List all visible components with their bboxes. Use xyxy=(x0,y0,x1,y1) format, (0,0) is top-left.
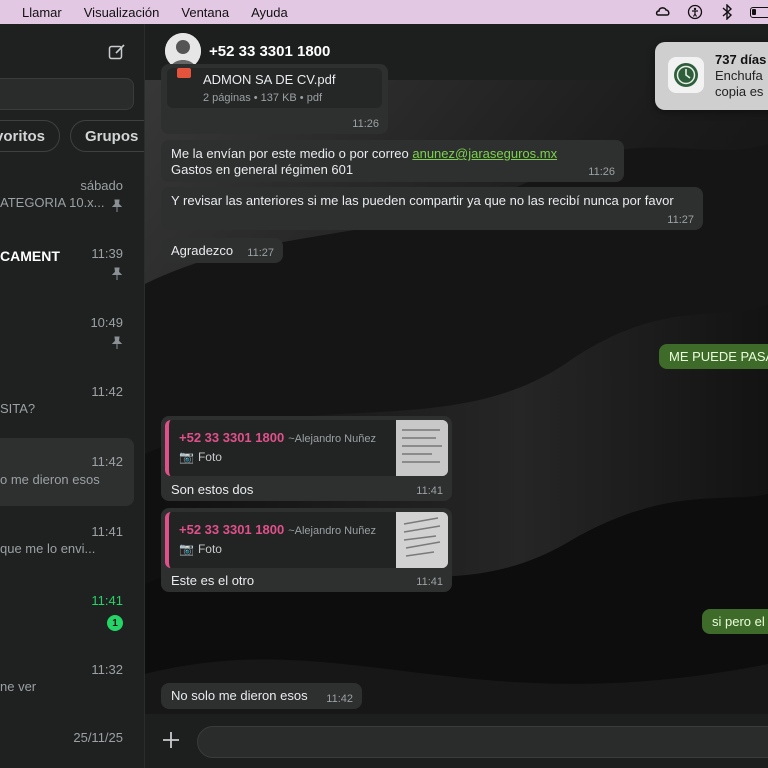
chat-list-item[interactable]: 25/11/25 xyxy=(0,726,134,768)
chat-preview: ATEGORIA 10.x... xyxy=(0,195,105,210)
battery-icon[interactable] xyxy=(750,6,768,18)
contact-name: +52 33 3301 1800 xyxy=(209,43,331,60)
menu-ventana[interactable]: Ventana xyxy=(169,5,239,20)
accessibility-icon[interactable] xyxy=(686,3,704,21)
message-text: Y revisar las anteriores si me las puede… xyxy=(171,193,674,208)
pin-icon xyxy=(110,199,124,213)
pdf-icon xyxy=(177,68,191,78)
camera-icon: 📷 xyxy=(179,450,194,464)
message-bubble[interactable]: No solo me dieron esos 11:42 xyxy=(161,683,362,709)
camera-icon: 📷 xyxy=(179,542,194,556)
chat-list-item[interactable]: CAMENT 11:39 xyxy=(0,242,134,310)
quoted-type: 📷 Foto xyxy=(179,542,222,556)
unread-badge: 1 xyxy=(107,615,123,631)
quoted-type-label: Foto xyxy=(197,450,222,464)
filter-grupos[interactable]: Grupos xyxy=(70,120,144,152)
chat-preview: SITA? xyxy=(0,401,36,416)
message-time: 11:41 xyxy=(416,485,443,497)
photo-thumbnail[interactable] xyxy=(396,420,448,476)
message-text-line2: Gastos en general régimen 601 xyxy=(171,162,354,177)
plus-icon[interactable] xyxy=(159,728,183,752)
quoted-sender-number: +52 33 3301 1800 xyxy=(179,430,285,445)
menu-llamar[interactable]: Llamar xyxy=(0,5,72,20)
chat-time: 25/11/25 xyxy=(73,730,123,745)
message-bubble[interactable]: Me la envían por este medio o por correo… xyxy=(161,140,624,182)
chat-wallpaper xyxy=(145,24,768,768)
message-time: 11:27 xyxy=(667,214,694,226)
menu-visualizacion[interactable]: Visualización xyxy=(72,5,170,20)
message-text: Me la envían por este medio o por correo… xyxy=(171,146,557,161)
email-link[interactable]: anunez@jaraseguros.mx xyxy=(412,146,557,161)
document-name: ADMON SA DE CV.pdf xyxy=(203,72,336,87)
message-text: No solo me dieron esos xyxy=(171,688,308,703)
chat-list-sidebar: Favoritos Grupos sábado ATEGORIA 10.x...… xyxy=(0,24,145,768)
chat-time: 11:42 xyxy=(91,454,123,469)
creative-cloud-icon[interactable] xyxy=(654,3,672,21)
chat-list-item[interactable]: sábado ATEGORIA 10.x... xyxy=(0,174,134,242)
outgoing-message[interactable]: ME PUEDE PASA xyxy=(659,344,768,369)
quoted-message[interactable]: +52 33 3301 1800 ~Alejandro Nuñez 📷 Foto xyxy=(165,420,448,476)
message-text-part: Me la envían por este medio o por correo xyxy=(171,146,413,161)
composer xyxy=(145,714,768,768)
chat-preview: que me lo envi... xyxy=(0,541,96,556)
search-input[interactable] xyxy=(0,78,134,110)
chat-time: 11:41 xyxy=(91,524,123,539)
chat-list-item-active[interactable]: 11:42 o me dieron esos xyxy=(0,438,134,506)
quoted-sender-number: +52 33 3301 1800 xyxy=(179,522,285,537)
message-bubble[interactable]: Agradezco 11:27 xyxy=(161,238,283,263)
chat-list-item[interactable]: 11:32 ne ver xyxy=(0,658,134,726)
quoted-type-label: Foto xyxy=(197,542,222,556)
outgoing-message[interactable]: si pero el xyxy=(702,609,768,634)
status-area xyxy=(654,0,768,24)
quoted-type: 📷 Foto xyxy=(179,450,222,464)
message-time: 11:26 xyxy=(352,118,379,130)
chat-name: CAMENT xyxy=(0,248,60,264)
message-time: 11:26 xyxy=(588,166,615,178)
chat-time: 11:32 xyxy=(91,662,123,677)
message-bubble[interactable]: Y revisar las anteriores si me las puede… xyxy=(161,187,703,230)
quoted-sender: +52 33 3301 1800 ~Alejandro Nuñez xyxy=(179,430,376,445)
quoted-sender-alias: ~Alejandro Nuñez xyxy=(288,433,376,445)
bluetooth-icon[interactable] xyxy=(718,3,736,21)
photo-thumbnail[interactable] xyxy=(396,512,448,568)
message-time: 11:42 xyxy=(326,693,353,705)
conversation-panel: +52 33 3301 1800 ADMON SA DE CV.pdf 2 pá… xyxy=(145,24,768,768)
chat-preview: ne ver xyxy=(0,679,37,694)
message-text: Son estos dos xyxy=(171,482,254,497)
chat-time: sábado xyxy=(80,178,123,193)
reply-message[interactable]: +52 33 3301 1800 ~Alejandro Nuñez 📷 Foto S… xyxy=(161,416,452,501)
message-time: 11:41 xyxy=(416,576,443,588)
reply-message[interactable]: +52 33 3301 1800 ~Alejandro Nuñez 📷 Foto E… xyxy=(161,508,452,592)
chat-list-item[interactable]: 10:49 xyxy=(0,311,134,379)
menu-bar: Llamar Visualización Ventana Ayuda xyxy=(0,0,768,24)
document-message[interactable]: ADMON SA DE CV.pdf 2 páginas • 137 KB • … xyxy=(161,64,388,134)
message-text: Este es el otro xyxy=(171,573,255,588)
chat-time: 10:49 xyxy=(90,315,123,330)
message-text: ME PUEDE PASA xyxy=(669,349,768,364)
chat-time: 11:39 xyxy=(91,246,123,261)
pin-icon xyxy=(110,267,124,281)
message-text: si pero el xyxy=(712,614,765,629)
chat-list-item[interactable]: 11:41 1 xyxy=(0,589,134,657)
menu-ayuda[interactable]: Ayuda xyxy=(239,5,298,20)
time-machine-icon xyxy=(668,57,704,93)
new-chat-icon[interactable] xyxy=(108,43,126,61)
pin-icon xyxy=(110,336,124,350)
message-time: 11:27 xyxy=(247,247,274,259)
chat-time: 11:42 xyxy=(91,384,123,399)
quoted-sender: +52 33 3301 1800 ~Alejandro Nuñez xyxy=(179,522,376,537)
document-meta: 2 páginas • 137 KB • pdf xyxy=(203,92,323,104)
message-text: Agradezco xyxy=(171,243,234,258)
document-card[interactable]: ADMON SA DE CV.pdf 2 páginas • 137 KB • … xyxy=(167,68,382,108)
quoted-message[interactable]: +52 33 3301 1800 ~Alejandro Nuñez 📷 Foto xyxy=(165,512,448,568)
chat-list-item[interactable]: 11:41 que me lo envi... xyxy=(0,520,134,588)
notification-title: 737 días xyxy=(715,52,767,67)
filter-favoritos[interactable]: Favoritos xyxy=(0,120,60,152)
message-input[interactable] xyxy=(197,726,768,758)
chat-time: 11:41 xyxy=(91,593,123,608)
chat-preview: o me dieron esos xyxy=(0,472,100,487)
quoted-sender-alias: ~Alejandro Nuñez xyxy=(288,525,376,537)
notification-body: Enchufa copia es xyxy=(715,68,764,99)
system-notification[interactable]: 737 días Enchufa copia es xyxy=(655,42,768,110)
